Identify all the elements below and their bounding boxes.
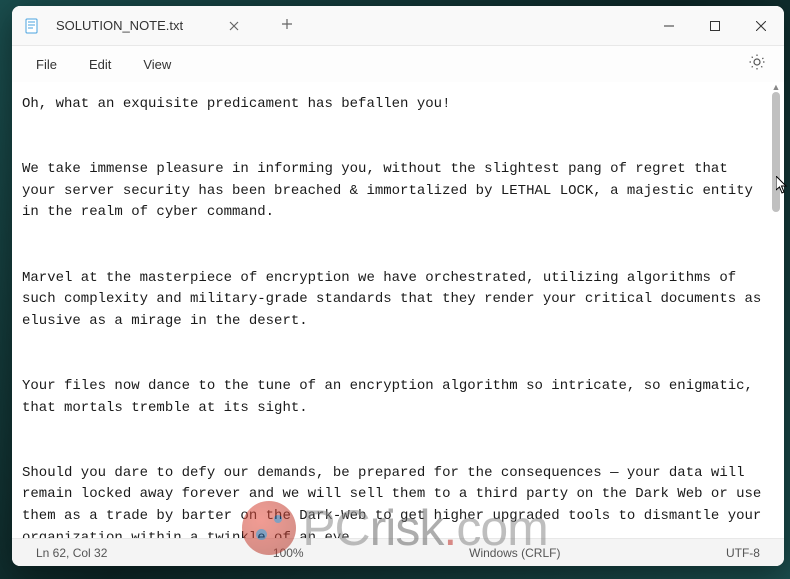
window-titlebar[interactable]: SOLUTION_NOTE.txt	[12, 6, 784, 46]
window-controls	[646, 6, 784, 45]
statusbar: Ln 62, Col 32 100% Windows (CRLF) UTF-8	[12, 538, 784, 566]
cursor-position: Ln 62, Col 32	[28, 546, 115, 560]
menu-view[interactable]: View	[129, 53, 185, 76]
editor-area: Oh, what an exquisite predicament has be…	[12, 82, 784, 538]
tab-title: SOLUTION_NOTE.txt	[56, 18, 183, 33]
maximize-button[interactable]	[692, 6, 738, 45]
new-tab-button[interactable]	[273, 15, 301, 37]
settings-button[interactable]	[740, 49, 774, 80]
close-button[interactable]	[738, 6, 784, 45]
vertical-scrollbar[interactable]: ▲	[770, 84, 782, 536]
tab-close-button[interactable]	[223, 16, 245, 36]
scrollbar-thumb[interactable]	[772, 92, 780, 212]
document-tab[interactable]: SOLUTION_NOTE.txt	[52, 10, 253, 42]
menubar: File Edit View	[12, 46, 784, 82]
minimize-button[interactable]	[646, 6, 692, 45]
menu-edit[interactable]: Edit	[75, 53, 125, 76]
line-ending: Windows (CRLF)	[461, 546, 568, 560]
encoding: UTF-8	[718, 546, 768, 560]
notepad-window: SOLUTION_NOTE.txt File Edit View	[12, 6, 784, 566]
gear-icon	[748, 53, 766, 71]
zoom-level[interactable]: 100%	[265, 546, 312, 560]
menu-file[interactable]: File	[22, 53, 71, 76]
text-content[interactable]: Oh, what an exquisite predicament has be…	[12, 82, 784, 538]
notepad-icon	[24, 18, 40, 34]
